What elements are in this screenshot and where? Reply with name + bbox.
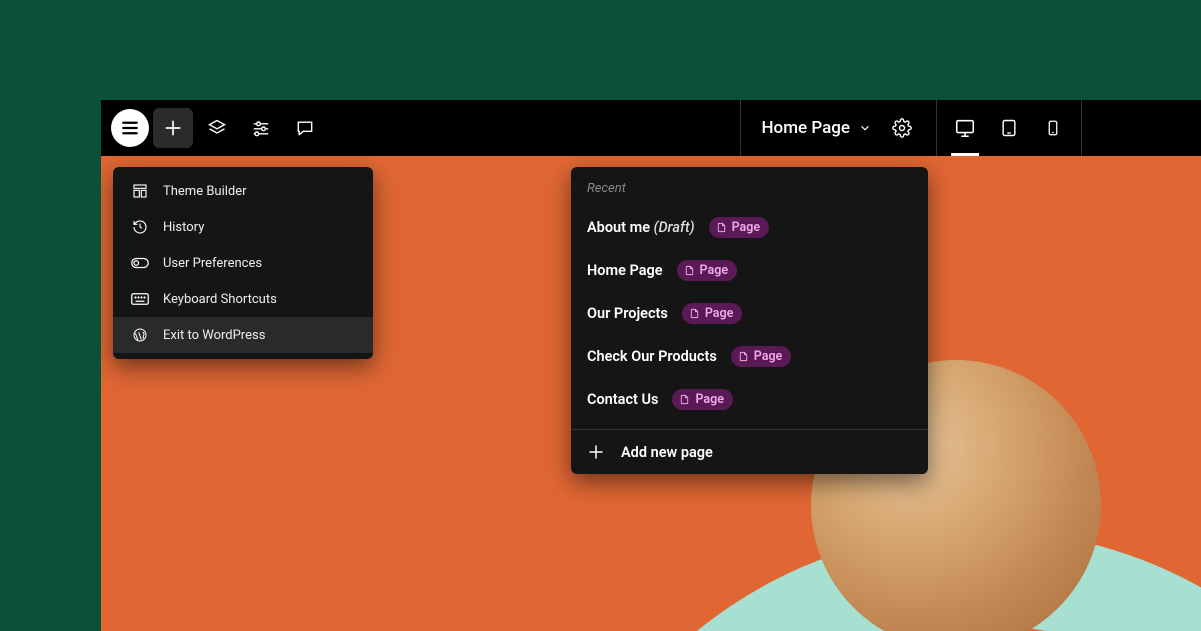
toolbar-right: Home Page [740, 100, 1201, 156]
page-badge: Page [709, 217, 770, 238]
page-badge: Page [672, 389, 733, 410]
chevron-down-icon [858, 121, 872, 135]
toggle-icon [131, 254, 149, 272]
mobile-view-button[interactable] [1033, 108, 1073, 148]
theme-builder-icon [131, 182, 149, 200]
desktop-icon [954, 117, 976, 139]
page-badge: Page [677, 260, 738, 281]
hamburger-button[interactable] [111, 109, 149, 147]
extra-section [1081, 100, 1201, 156]
page-badge: Page [682, 303, 743, 324]
page-item-check-our-products[interactable]: Check Our Products Page [571, 335, 928, 378]
page-switcher[interactable]: Home Page [755, 100, 878, 156]
tablet-view-button[interactable] [989, 108, 1029, 148]
hamburger-menu: Theme Builder History User Preferences K… [113, 167, 373, 359]
pages-dropdown: Recent About me (Draft) Page Home Page [571, 167, 928, 474]
tablet-icon [999, 118, 1019, 138]
comments-button[interactable] [285, 108, 325, 148]
page-badge: Page [731, 346, 792, 367]
editor-frame: Home Page [101, 100, 1201, 631]
history-icon [131, 218, 149, 236]
page-icon [738, 350, 749, 363]
page-item-title: Our Projects [587, 305, 668, 322]
page-item-our-projects[interactable]: Our Projects Page [571, 292, 928, 335]
menu-item-label: Exit to WordPress [163, 328, 265, 343]
menu-item-label: History [163, 220, 204, 235]
page-item-title: Home Page [587, 262, 663, 279]
plus-icon [587, 443, 605, 461]
add-new-page-button[interactable]: Add new page [571, 429, 928, 474]
add-new-page-label: Add new page [621, 444, 713, 461]
pages-list: About me (Draft) Page Home Page Page [571, 202, 928, 429]
page-icon [679, 393, 690, 406]
mobile-icon [1044, 119, 1062, 137]
page-item-home-page[interactable]: Home Page Page [571, 249, 928, 292]
menu-item-keyboard-shortcuts[interactable]: Keyboard Shortcuts [113, 281, 373, 317]
page-settings-button[interactable] [882, 108, 922, 148]
settings-sliders-button[interactable] [241, 108, 281, 148]
menu-item-label: User Preferences [163, 256, 262, 271]
page-icon [716, 221, 727, 234]
wordpress-icon [131, 326, 149, 344]
add-block-button[interactable] [153, 108, 193, 148]
hamburger-icon [120, 119, 140, 137]
menu-item-exit-to-wordpress[interactable]: Exit to WordPress [113, 317, 373, 353]
pages-dropdown-heading: Recent [571, 167, 928, 202]
layers-icon [207, 118, 227, 138]
keyboard-icon [131, 290, 149, 308]
sliders-icon [251, 118, 271, 138]
gear-icon [892, 118, 912, 138]
page-item-about-me[interactable]: About me (Draft) Page [571, 206, 928, 249]
toolbar-left [101, 100, 325, 156]
menu-item-user-preferences[interactable]: User Preferences [113, 245, 373, 281]
page-item-contact-us[interactable]: Contact Us Page [571, 378, 928, 421]
page-item-title: Check Our Products [587, 348, 717, 365]
page-switcher-section: Home Page [740, 100, 936, 156]
topbar: Home Page [101, 100, 1201, 156]
desktop-view-button[interactable] [945, 108, 985, 148]
current-page-label: Home Page [761, 118, 850, 138]
page-icon [684, 264, 695, 277]
chat-icon [295, 118, 315, 138]
plus-icon [163, 118, 183, 138]
page-item-title: About me (Draft) [587, 219, 695, 236]
page-item-title: Contact Us [587, 391, 658, 408]
page-icon [689, 307, 700, 320]
layers-button[interactable] [197, 108, 237, 148]
menu-item-label: Theme Builder [163, 184, 247, 199]
menu-item-theme-builder[interactable]: Theme Builder [113, 173, 373, 209]
responsive-section [936, 100, 1081, 156]
menu-item-label: Keyboard Shortcuts [163, 292, 277, 307]
menu-item-history[interactable]: History [113, 209, 373, 245]
